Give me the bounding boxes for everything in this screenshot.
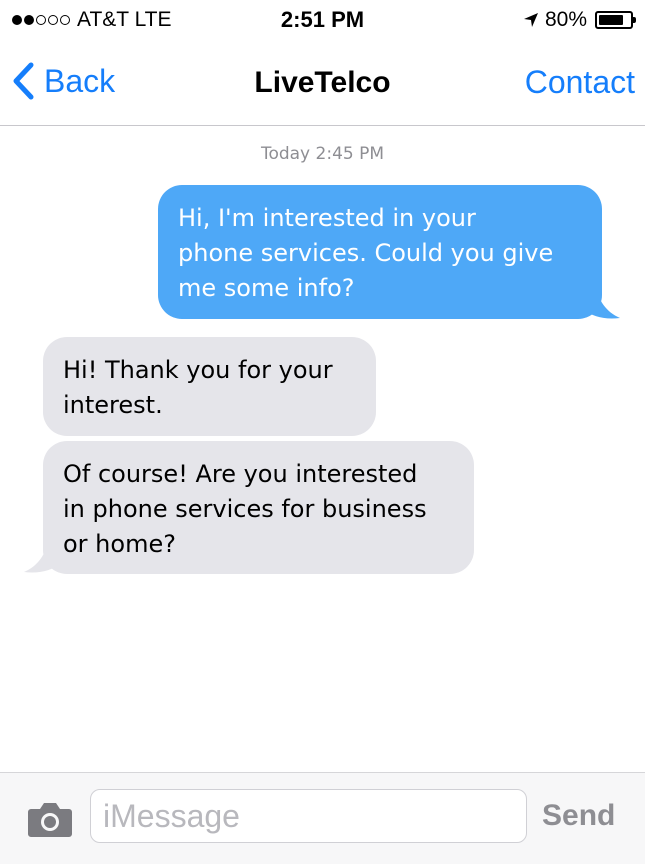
battery-level	[599, 15, 623, 25]
received-message-bubble[interactable]: Of course! Are you interested in phone s…	[43, 441, 474, 574]
location-arrow-icon	[523, 13, 538, 27]
message-line: phone services. Could you give	[178, 239, 554, 267]
message-line: interest.	[63, 391, 163, 419]
sent-bubble-tail	[582, 286, 620, 319]
sent-message-bubble[interactable]: Hi, I'm interested in your phone service…	[158, 185, 602, 319]
received-bubble-tail	[24, 540, 62, 573]
conversation-timestamp: Today 2:45 PM	[260, 144, 385, 164]
send-button[interactable]: Send	[542, 799, 615, 833]
message-line: me some info?	[178, 274, 355, 302]
status-bar: AT&T LTE 2:51 PM 80%	[0, 0, 645, 40]
message-line: Of course! Are you interested	[63, 460, 418, 488]
contact-button[interactable]: Contact	[525, 64, 635, 101]
message-line: Hi! Thank you for your	[63, 356, 333, 384]
battery-percent: 80%	[544, 8, 587, 31]
message-line: in phone services for business	[63, 495, 427, 523]
status-indicators: 80%	[523, 8, 636, 32]
navigation-bar: Back LiveTelco Contact	[0, 40, 645, 126]
imessage-input[interactable]	[90, 789, 527, 843]
battery-icon	[595, 11, 636, 29]
camera-icon[interactable]	[25, 799, 75, 839]
battery-tip	[633, 17, 636, 23]
received-message-bubble[interactable]: Hi! Thank you for your interest.	[43, 337, 376, 436]
message-line: Hi, I'm interested in your	[178, 204, 476, 232]
message-input-bar: Send	[0, 772, 645, 864]
message-line: or home?	[63, 530, 176, 558]
